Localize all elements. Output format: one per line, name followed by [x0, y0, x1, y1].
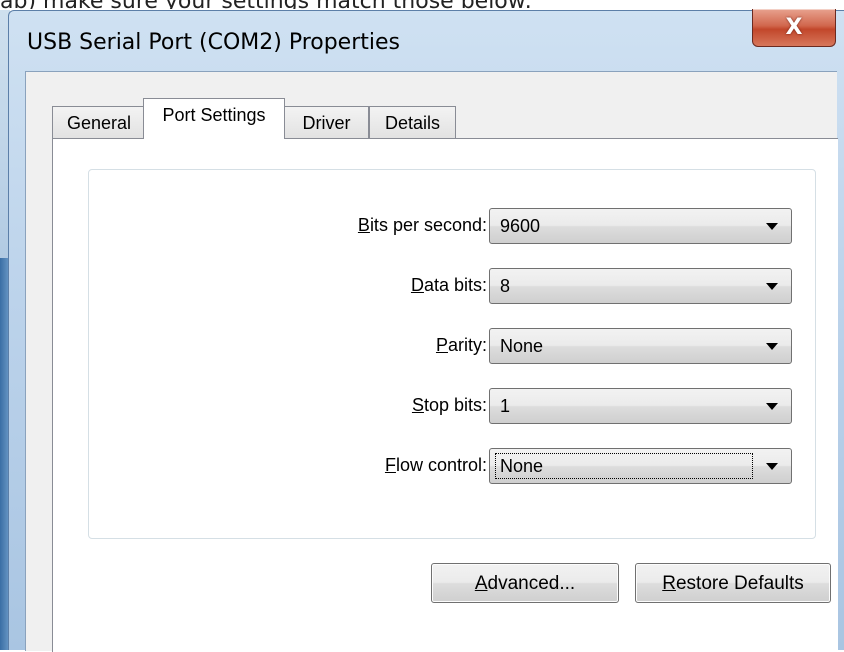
- parity-label: Parity:: [237, 335, 487, 356]
- data-bits-select[interactable]: 8: [489, 268, 792, 304]
- advanced-accel: A: [474, 573, 488, 594]
- parity-value: None: [500, 336, 544, 356]
- stop-bits-accel: S: [411, 395, 424, 415]
- data-bits-row: Data bits: 8: [89, 268, 817, 304]
- port-settings-page: Bits per second: 9600 Data bits: 8 Parit…: [52, 138, 838, 652]
- restore-defaults-button[interactable]: Restore Defaults: [635, 563, 831, 603]
- data-bits-label-text: ata bits:: [423, 275, 487, 295]
- tab-general[interactable]: General: [52, 106, 146, 138]
- chevron-down-icon: [766, 463, 778, 470]
- settings-group: Bits per second: 9600 Data bits: 8 Parit…: [88, 169, 816, 539]
- bits-per-second-label: Bits per second:: [237, 215, 487, 236]
- parity-select[interactable]: None: [489, 328, 792, 364]
- close-button[interactable]: X: [752, 9, 836, 47]
- bits-per-second-row: Bits per second: 9600: [89, 208, 817, 244]
- chevron-down-icon: [766, 403, 778, 410]
- page-caption: ab) make sure your settings match those …: [0, 0, 844, 9]
- stop-bits-row: Stop bits: 1: [89, 388, 817, 424]
- restore-label: estore Defaults: [675, 573, 804, 594]
- restore-accel: R: [662, 573, 676, 594]
- chevron-down-icon: [766, 223, 778, 230]
- chevron-down-icon: [766, 343, 778, 350]
- tab-details-label: Details: [384, 113, 441, 133]
- tab-driver[interactable]: Driver: [284, 106, 369, 138]
- data-bits-label: Data bits:: [237, 275, 487, 296]
- bits-per-second-select[interactable]: 9600: [489, 208, 792, 244]
- tab-port-settings-label: Port Settings: [162, 105, 266, 125]
- flow-control-label: Flow control:: [237, 455, 487, 476]
- tab-general-label: General: [66, 113, 132, 133]
- title-bar[interactable]: USB Serial Port (COM2) Properties X: [9, 9, 844, 67]
- stop-bits-label-text: top bits:: [423, 395, 487, 415]
- properties-dialog: USB Serial Port (COM2) Properties X Gene…: [8, 9, 844, 652]
- parity-accel: P: [435, 335, 448, 355]
- flow-control-accel: F: [384, 455, 396, 475]
- tab-driver-label: Driver: [302, 113, 351, 133]
- parity-row: Parity: None: [89, 328, 817, 364]
- parity-label-text: arity:: [447, 335, 487, 355]
- stop-bits-select[interactable]: 1: [489, 388, 792, 424]
- bits-per-second-accel: B: [357, 215, 370, 235]
- advanced-button[interactable]: Advanced...: [431, 563, 619, 603]
- flow-control-select[interactable]: None: [489, 448, 792, 484]
- stop-bits-label: Stop bits:: [237, 395, 487, 416]
- stop-bits-value: 1: [500, 396, 511, 416]
- data-bits-value: 8: [500, 276, 511, 296]
- tab-details[interactable]: Details: [369, 106, 456, 138]
- flow-control-row: Flow control: None: [89, 448, 817, 484]
- dialog-client-area: General Port Settings Driver Details Bit…: [25, 71, 838, 652]
- data-bits-accel: D: [410, 275, 424, 295]
- flow-control-label-text: low control:: [395, 455, 487, 475]
- advanced-label: dvanced...: [487, 573, 576, 594]
- tab-port-settings[interactable]: Port Settings: [143, 98, 285, 139]
- flow-control-value: None: [500, 456, 544, 476]
- close-icon: X: [785, 14, 803, 40]
- bits-per-second-label-text: its per second:: [369, 215, 487, 235]
- chevron-down-icon: [766, 283, 778, 290]
- window-title: USB Serial Port (COM2) Properties: [27, 30, 401, 55]
- bits-per-second-value: 9600: [500, 216, 541, 236]
